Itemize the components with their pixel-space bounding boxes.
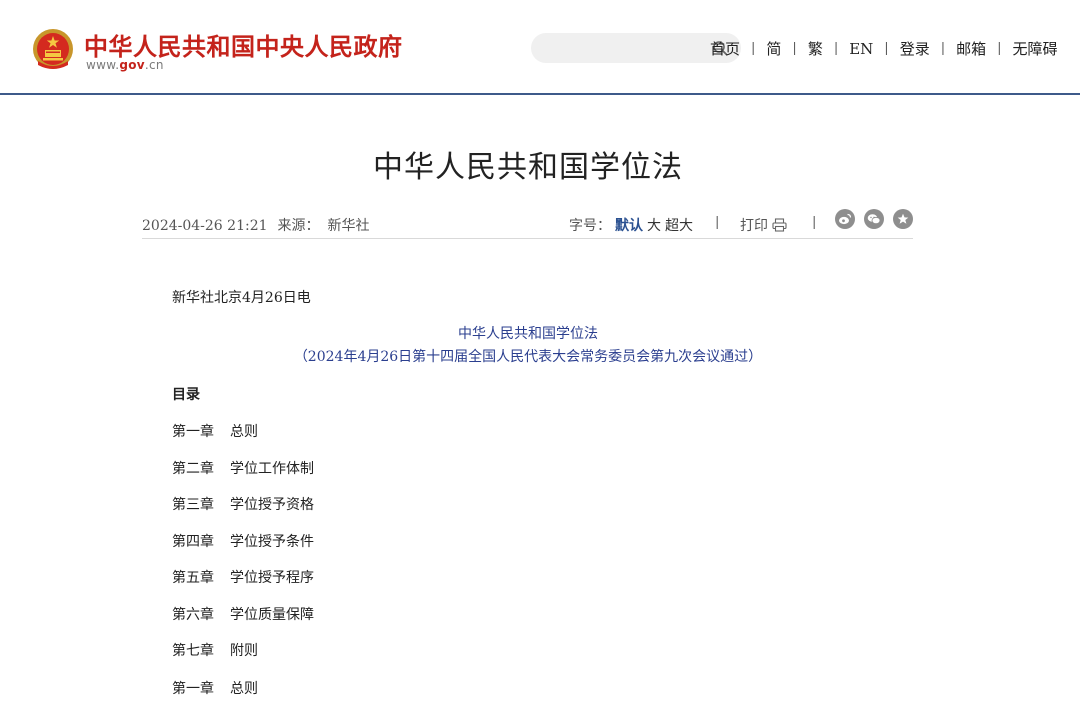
chapter-name: 学位工作体制 — [230, 460, 314, 477]
site-url-prefix: www. — [86, 58, 120, 72]
toc-label: 目录 — [172, 387, 200, 403]
source-value: 新华社 — [327, 218, 370, 234]
law-heading: 中华人民共和国学位法 （2024年4月26日第十四届全国人民代表大会常务委员会第… — [0, 323, 1056, 369]
top-nav: 首页 | 简 | 繁 | EN | 登录 | 邮箱 | 无障碍 — [710, 38, 1058, 59]
section-name: 总则 — [230, 681, 258, 697]
list-item: 第一章 总则 — [172, 421, 314, 458]
list-item: 第七章 附则 — [172, 640, 314, 677]
nav-separator: | — [884, 41, 889, 56]
site-url-domain: gov — [119, 58, 145, 72]
list-item: 第二章 学位工作体制 — [172, 458, 314, 495]
article-dateline: 新华社北京4月26日电 — [172, 290, 311, 306]
list-item: 第六章 学位质量保障 — [172, 604, 314, 641]
print-button[interactable]: 打印 — [740, 215, 787, 235]
font-size-label: 字号： — [569, 218, 611, 234]
section-heading: 第一章 总则 — [172, 678, 258, 698]
font-size-control: 字号： 默认大超大 — [569, 215, 693, 235]
law-title: 中华人民共和国学位法 — [458, 326, 598, 342]
meta-separator: | — [715, 215, 720, 230]
national-emblem-icon[interactable] — [32, 27, 74, 71]
chapter-number: 第五章 — [172, 570, 214, 586]
law-subtitle: （2024年4月26日第十四届全国人民代表大会常务委员会第九次会议通过） — [293, 349, 763, 365]
share-icons — [835, 209, 922, 229]
chapter-number: 第七章 — [172, 643, 214, 659]
font-size-default-button[interactable]: 默认 — [615, 218, 643, 234]
nav-simplified-link[interactable]: 简 — [766, 38, 781, 59]
chapter-name: 学位授予程序 — [230, 570, 314, 586]
nav-home-link[interactable]: 首页 — [710, 38, 740, 59]
chapter-name: 学位授予条件 — [230, 533, 314, 550]
site-header: 中华人民共和国中央人民政府 www.gov.cn 首页 | 简 | 繁 | EN… — [0, 0, 1080, 95]
nav-english-link[interactable]: EN — [849, 40, 873, 58]
list-item: 第四章 学位授予条件 — [172, 531, 314, 568]
nav-traditional-link[interactable]: 繁 — [808, 38, 823, 59]
chapter-number: 第三章 — [172, 497, 214, 513]
printer-icon — [772, 218, 787, 232]
section-number: 第一章 — [172, 681, 214, 697]
chapter-number: 第一章 — [172, 424, 214, 440]
favorite-icon[interactable] — [893, 209, 913, 229]
site-url[interactable]: www.gov.cn — [86, 58, 164, 72]
chapter-name: 总则 — [230, 424, 258, 440]
nav-separator: | — [751, 41, 756, 56]
chapter-name: 学位质量保障 — [230, 606, 314, 623]
font-size-large-button[interactable]: 大 — [647, 218, 661, 234]
nav-login-link[interactable]: 登录 — [900, 38, 930, 59]
font-size-xlarge-button[interactable]: 超大 — [665, 218, 693, 234]
toc-chapter-list: 第一章 总则 第二章 学位工作体制 第三章 学位授予资格 第四章 学位授予条件 第五章学… — [172, 421, 314, 677]
chapter-number: 第二章 — [172, 460, 214, 477]
article-meta-bar: 2024-04-26 21:21 来源： 新华社 字号： 默认大超大 | 打印 | — [142, 207, 913, 239]
nav-separator: | — [833, 41, 839, 56]
list-item: 第五章 学位授予程序 — [172, 567, 314, 604]
publish-datetime: 2024-04-26 21:21 — [142, 218, 268, 234]
site-url-suffix: .cn — [144, 58, 164, 72]
list-item: 第三章 学位授予资格 — [172, 494, 314, 531]
site-title[interactable]: 中华人民共和国中央人民政府 — [84, 27, 403, 62]
weibo-icon[interactable] — [835, 209, 855, 229]
nav-separator: | — [792, 41, 797, 56]
nav-mail-link[interactable]: 邮箱 — [956, 38, 986, 59]
nav-separator: | — [940, 41, 946, 56]
chapter-number: 第六章 — [172, 606, 214, 623]
article-meta: 2024-04-26 21:21 来源： 新华社 — [142, 215, 370, 235]
chapter-name: 学位授予资格 — [230, 497, 314, 513]
wechat-icon[interactable] — [864, 209, 884, 229]
article-title: 中华人民共和国学位法 — [373, 150, 683, 185]
source-label: 来源： — [277, 218, 320, 234]
nav-accessibility-link[interactable]: 无障碍 — [1013, 38, 1058, 59]
chapter-name: 附则 — [230, 643, 258, 659]
print-label: 打印 — [740, 218, 768, 234]
chapter-number: 第四章 — [172, 533, 214, 550]
nav-separator: | — [997, 41, 1002, 56]
meta-separator: | — [812, 215, 817, 230]
